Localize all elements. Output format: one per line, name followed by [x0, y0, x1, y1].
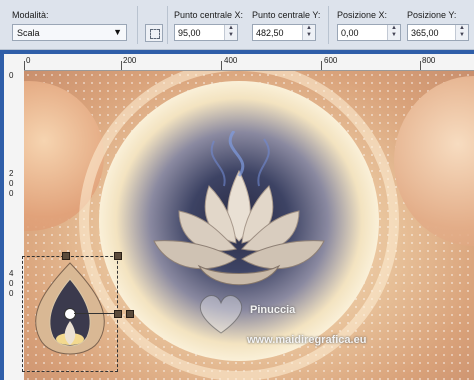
center-x-label: Punto centrale X: [174, 10, 244, 20]
pos-x-label: Posizione X: [337, 10, 388, 20]
resize-handle-top-middle[interactable] [62, 252, 70, 260]
ruler-horizontal: 0 200 400 600 800 [24, 54, 474, 71]
ruler-label: 0 [9, 279, 14, 288]
tool-options-bar: Modalità: Scala ▼ Punto centrale X: 95,0… [0, 0, 474, 50]
center-y-label: Punto centrale Y: [252, 10, 321, 20]
resize-handle-top-right[interactable] [114, 252, 122, 260]
center-x-value: 95,00 [178, 28, 201, 38]
ruler-label: 0 [9, 179, 14, 188]
divider [328, 6, 329, 44]
mode-select-value: Scala [17, 28, 40, 38]
ruler-label: 600 [324, 56, 338, 65]
spin-arrows-icon[interactable]: ▲ ▼ [387, 25, 400, 40]
pos-x-value: 0,00 [341, 28, 359, 38]
divider [137, 6, 138, 44]
pos-y-value: 365,00 [411, 28, 439, 38]
ruler-label: 0 [9, 71, 14, 80]
watermark-name: Pinuccia [250, 304, 296, 316]
pivot-guide-line [74, 313, 114, 314]
ruler-label: 400 [224, 56, 238, 65]
ruler-label: 0 [9, 289, 14, 298]
center-x-input[interactable]: 95,00 ▲ ▼ [174, 24, 238, 41]
chevron-down-icon: ▼ [113, 27, 122, 37]
spin-arrows-icon[interactable]: ▲ ▼ [224, 25, 237, 40]
pick-tool-icon[interactable] [145, 24, 163, 42]
center-y-value: 482,50 [256, 28, 284, 38]
ruler-label: 800 [422, 56, 436, 65]
ruler-label: 4 [9, 269, 14, 278]
center-y-input[interactable]: 482,50 ▲ ▼ [252, 24, 316, 41]
rotation-handle[interactable] [126, 310, 134, 318]
pos-y-input[interactable]: 365,00 ▲ ▼ [407, 24, 469, 41]
ruler-corner [4, 54, 25, 71]
ruler-label: 200 [123, 56, 137, 65]
pos-x-input[interactable]: 0,00 ▲ ▼ [337, 24, 401, 41]
spin-arrows-icon[interactable]: ▲ ▼ [455, 25, 468, 40]
watermark-site: www.maidiregrafica.eu [247, 334, 367, 346]
spin-arrows-icon[interactable]: ▲ ▼ [302, 25, 315, 40]
ruler-label: 0 [26, 56, 31, 65]
watermark-logo [199, 295, 243, 334]
pivot-point-icon[interactable] [64, 308, 76, 320]
ruler-label: 0 [9, 189, 14, 198]
ruler-label: 2 [9, 169, 14, 178]
pos-y-label: Posizione Y: [407, 10, 457, 20]
divider [167, 6, 168, 44]
mode-select[interactable]: Scala ▼ [12, 24, 127, 41]
mode-label: Modalità: [12, 10, 49, 20]
resize-handle-right-middle[interactable] [114, 310, 122, 318]
